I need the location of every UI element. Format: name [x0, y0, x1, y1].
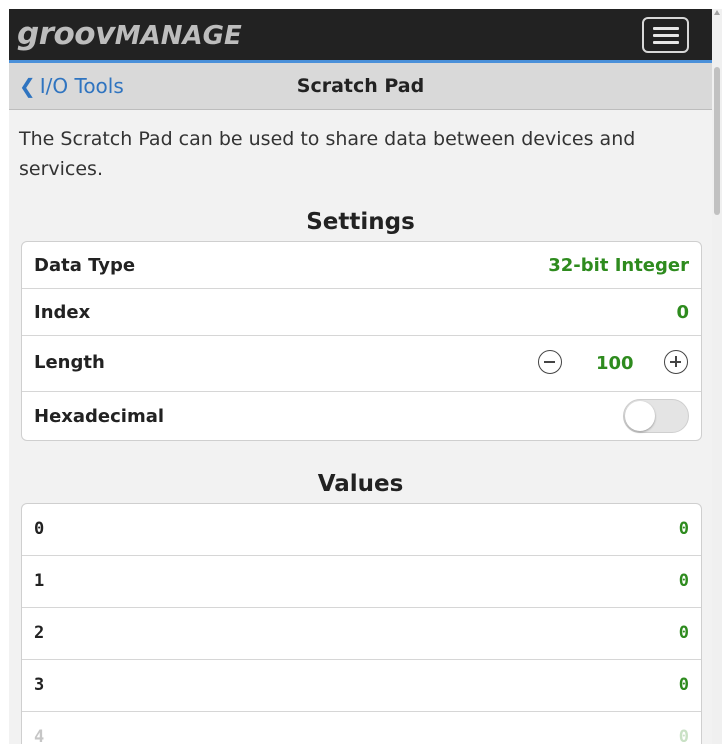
app-viewport: groovMANAGE ❮ I/O Tools Scratch Pad The S… [9, 9, 712, 744]
value-index: 1 [34, 571, 45, 591]
value-index: 4 [34, 727, 45, 744]
brand-logo: groovMANAGE [17, 16, 242, 52]
settings-card: Data Type 32-bit Integer Index 0 Length … [21, 241, 702, 441]
value-cell[interactable]: 0 [679, 675, 689, 695]
settings-heading: Settings [306, 209, 415, 235]
hamburger-menu-button[interactable] [642, 17, 689, 53]
length-value[interactable]: 100 [596, 353, 634, 374]
values-card: 0 0 1 0 2 0 3 0 4 0 [21, 503, 702, 744]
page-scrollbar[interactable] [712, 9, 722, 744]
value-index: 2 [34, 623, 45, 643]
data-type-label: Data Type [34, 255, 136, 276]
hexadecimal-toggle[interactable] [623, 399, 689, 433]
hexadecimal-label: Hexadecimal [34, 406, 165, 427]
index-label: Index [34, 302, 91, 323]
data-type-value[interactable]: 32-bit Integer [548, 255, 689, 276]
nav-bar: ❮ I/O Tools Scratch Pad [9, 63, 712, 110]
value-cell[interactable]: 0 [679, 623, 689, 643]
value-cell[interactable]: 0 [679, 727, 689, 744]
length-label: Length [34, 352, 105, 373]
value-index: 3 [34, 675, 45, 695]
index-row[interactable]: Index 0 [22, 289, 701, 336]
top-bar: groovMANAGE [9, 9, 712, 63]
hexadecimal-row: Hexadecimal [22, 392, 701, 440]
plus-circle-icon[interactable] [664, 350, 688, 374]
scroll-up-arrow-icon[interactable] [714, 10, 720, 15]
intro-text: The Scratch Pad can be used to share dat… [19, 128, 636, 180]
value-cell[interactable]: 0 [679, 519, 689, 539]
toggle-knob [625, 401, 655, 431]
value-row[interactable]: 1 0 [22, 556, 701, 608]
hamburger-icon-line [653, 34, 679, 37]
value-index: 0 [34, 519, 45, 539]
data-type-row[interactable]: Data Type 32-bit Integer [22, 242, 701, 289]
value-cell[interactable]: 0 [679, 571, 689, 591]
value-row[interactable]: 2 0 [22, 608, 701, 660]
page-title: Scratch Pad [296, 75, 425, 97]
value-row[interactable]: 0 0 [22, 504, 701, 556]
length-row: Length 100 [22, 336, 701, 392]
value-row[interactable]: 4 0 [22, 712, 701, 744]
scrollbar-thumb[interactable] [714, 67, 720, 215]
hamburger-icon-line [653, 27, 679, 30]
minus-circle-icon[interactable] [538, 350, 562, 374]
values-heading: Values [317, 471, 404, 497]
hamburger-icon-line [653, 41, 679, 44]
value-row[interactable]: 3 0 [22, 660, 701, 712]
index-value[interactable]: 0 [676, 302, 689, 323]
